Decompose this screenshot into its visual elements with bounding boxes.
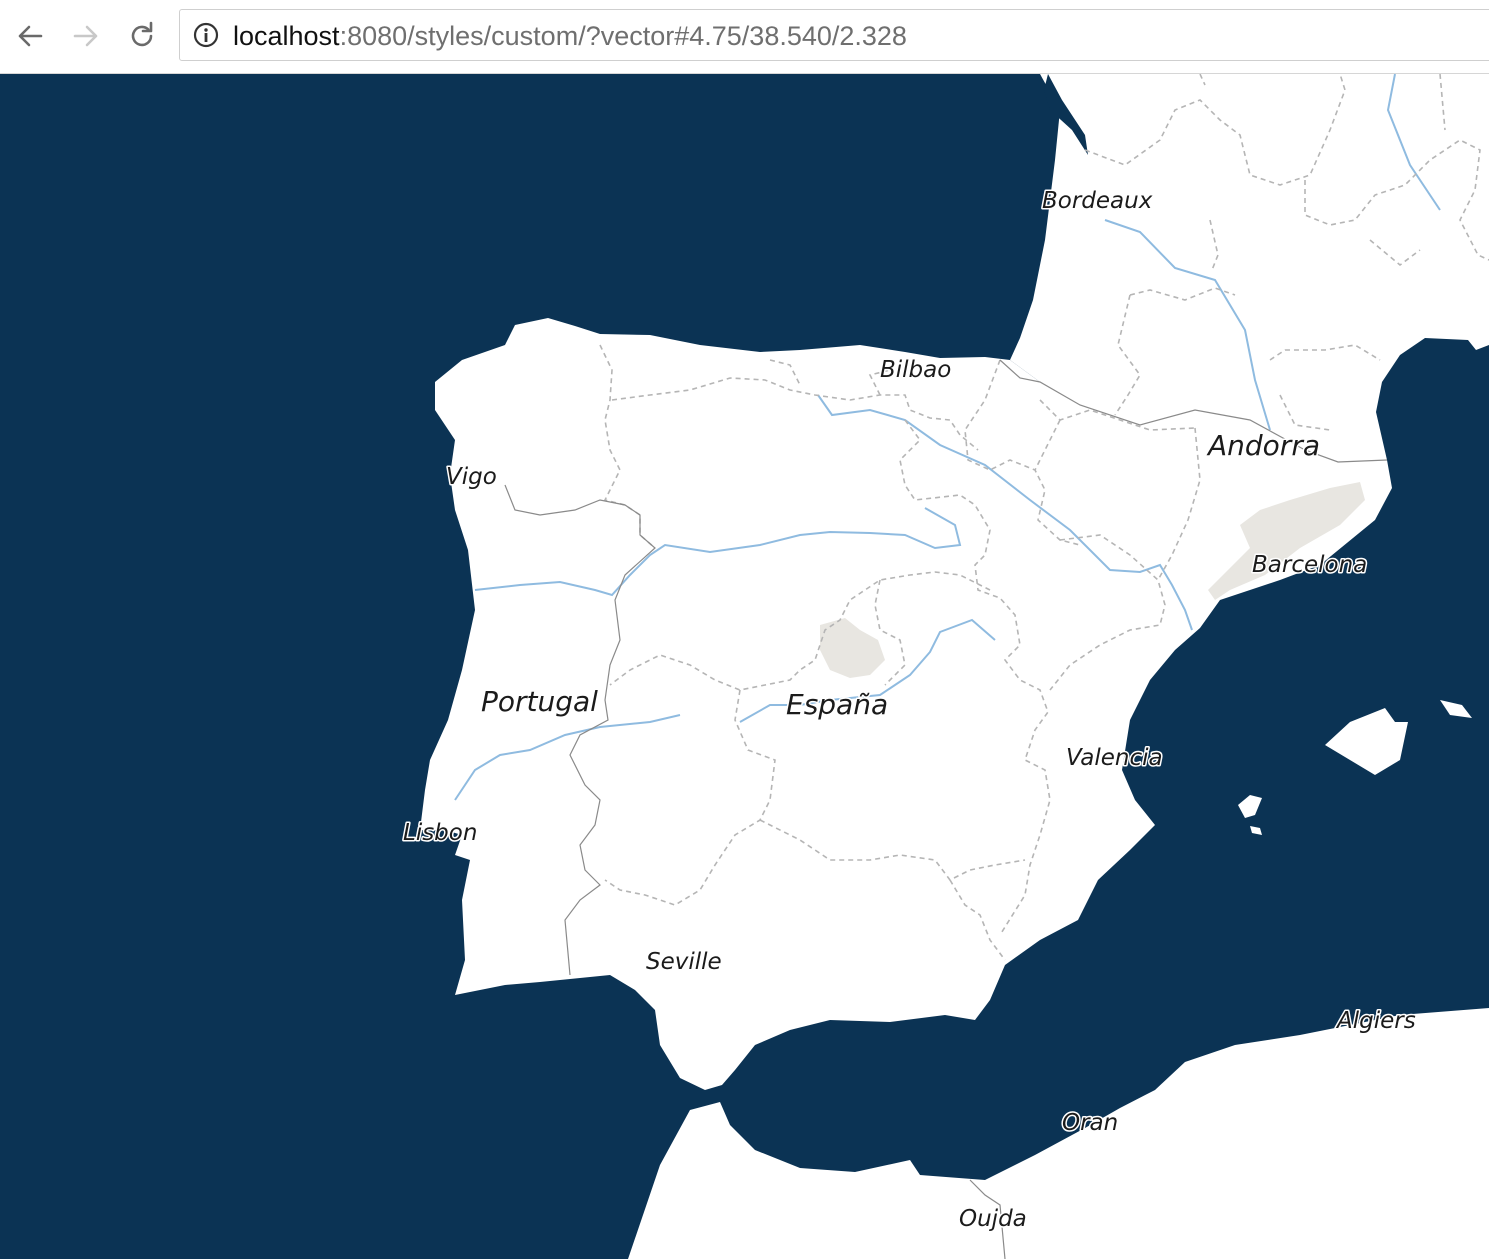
back-arrow-icon	[18, 25, 43, 47]
forward-arrow-icon	[73, 25, 98, 47]
island-menorca	[1440, 700, 1472, 718]
island-ibiza	[1238, 795, 1262, 818]
label-oujda: Oujda	[959, 1206, 1027, 1232]
island-mallorca	[1325, 708, 1408, 775]
url-path: :8080/styles/custom/?vector#4.75/38.540/…	[339, 21, 907, 51]
island-formentera	[1250, 826, 1262, 835]
url-text[interactable]: localhost:8080/styles/custom/?vector#4.7…	[233, 18, 907, 54]
label-andorra: Andorra	[1206, 429, 1320, 462]
reload-icon	[131, 21, 153, 47]
info-icon[interactable]	[193, 22, 219, 48]
label-lisbon: Lisbon	[403, 820, 477, 846]
label-oran: Oran	[1062, 1110, 1118, 1136]
label-vigo: Vigo	[446, 464, 497, 490]
reload-button[interactable]	[122, 16, 162, 56]
label-algiers: Algiers	[1335, 1008, 1416, 1034]
forward-button[interactable]	[66, 16, 106, 56]
label-seville: Seville	[646, 949, 722, 975]
label-valencia: Valencia	[1066, 745, 1163, 771]
label-bilbao: Bilbao	[880, 357, 951, 383]
map-svg: Bordeaux Bilbao Andorra Vigo Barcelona P…	[402, 74, 1489, 1259]
back-button[interactable]	[10, 16, 50, 56]
label-barcelona: Barcelona	[1252, 552, 1367, 578]
label-espana: España	[786, 688, 888, 721]
label-portugal: Portugal	[481, 685, 598, 718]
map-canvas[interactable]: Bordeaux Bilbao Andorra Vigo Barcelona P…	[0, 74, 1489, 1259]
url-host: localhost	[233, 21, 340, 51]
land-north-africa	[628, 1008, 1489, 1259]
address-bar[interactable]: localhost:8080/styles/custom/?vector#4.7…	[179, 9, 1489, 61]
browser-toolbar: localhost:8080/styles/custom/?vector#4.7…	[0, 0, 1489, 74]
label-bordeaux: Bordeaux	[1042, 188, 1153, 214]
